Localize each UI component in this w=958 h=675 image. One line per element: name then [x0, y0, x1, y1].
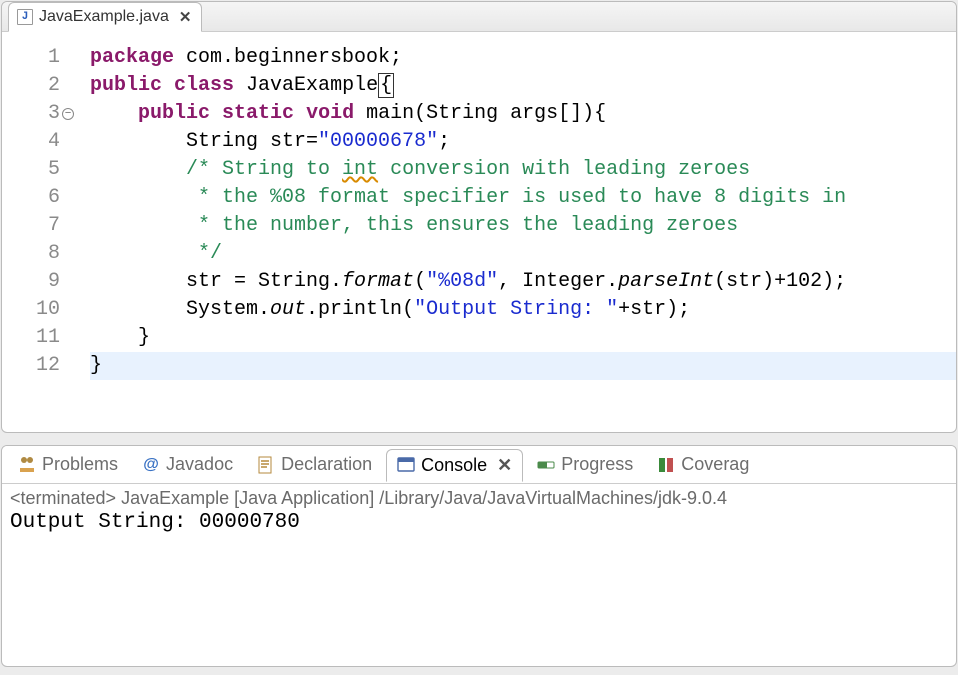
marker-bar — [2, 44, 24, 380]
code-line: str = String.format("%08d", Integer.pars… — [90, 268, 956, 296]
editor-tab[interactable]: J JavaExample.java ✕ — [8, 2, 202, 32]
close-icon[interactable]: ✕ — [497, 455, 512, 476]
line-number: 7 — [24, 212, 60, 240]
tab-problems[interactable]: Problems — [8, 449, 128, 480]
console-body: <terminated> JavaExample [Java Applicati… — [2, 484, 956, 538]
code-line: */ — [90, 240, 956, 268]
tab-declaration[interactable]: Declaration — [247, 449, 382, 480]
line-number: 8 — [24, 240, 60, 268]
editor-pane: J JavaExample.java ✕ 1 2 3− 4 5 6 7 8 9 … — [1, 1, 957, 433]
tab-label: Coverag — [681, 454, 749, 475]
console-output: Output String: 00000780 — [10, 509, 948, 534]
javadoc-icon: @ — [142, 456, 160, 474]
java-file-icon: J — [17, 9, 33, 25]
fold-toggle-icon[interactable]: − — [62, 108, 74, 120]
line-number: 12 — [24, 352, 60, 380]
code-line: * the number, this ensures the leading z… — [90, 212, 956, 240]
tab-label: Javadoc — [166, 454, 233, 475]
editor-tab-filename: JavaExample.java — [39, 8, 169, 26]
code-line: System.out.println("Output String: "+str… — [90, 296, 956, 324]
fold-column — [66, 44, 84, 380]
line-number: 9 — [24, 268, 60, 296]
code-line: } — [90, 324, 956, 352]
view-tab-bar: Problems @ Javadoc Declaration Console ✕… — [2, 446, 956, 484]
code-line: } — [90, 352, 956, 380]
line-number: 2 — [24, 72, 60, 100]
close-icon[interactable]: ✕ — [179, 8, 192, 26]
code-line: /* String to int conversion with leading… — [90, 156, 956, 184]
tab-label: Console — [421, 455, 487, 476]
progress-icon — [537, 456, 555, 474]
code-area[interactable]: 1 2 3− 4 5 6 7 8 9 10 11 12 package com.… — [2, 32, 956, 380]
tab-label: Problems — [42, 454, 118, 475]
code-line: public class JavaExample{ — [90, 72, 956, 100]
line-number: 1 — [24, 44, 60, 72]
bottom-pane: Problems @ Javadoc Declaration Console ✕… — [1, 445, 957, 667]
tab-label: Declaration — [281, 454, 372, 475]
console-launch-header: <terminated> JavaExample [Java Applicati… — [10, 488, 948, 509]
line-number: 11 — [24, 324, 60, 352]
line-number: 6 — [24, 184, 60, 212]
declaration-icon — [257, 456, 275, 474]
code-line: package com.beginnersbook; — [90, 44, 956, 72]
tab-progress[interactable]: Progress — [527, 449, 643, 480]
tab-coverage[interactable]: Coverag — [647, 449, 759, 480]
code-line: String str="00000678"; — [90, 128, 956, 156]
console-icon — [397, 456, 415, 474]
code-text[interactable]: package com.beginnersbook; public class … — [84, 44, 956, 380]
problems-icon — [18, 456, 36, 474]
tab-console[interactable]: Console ✕ — [386, 449, 523, 482]
tab-javadoc[interactable]: @ Javadoc — [132, 449, 243, 480]
line-number: 4 — [24, 128, 60, 156]
line-number: 5 — [24, 156, 60, 184]
editor-tab-bar: J JavaExample.java ✕ — [2, 2, 956, 32]
tab-label: Progress — [561, 454, 633, 475]
line-number-ruler: 1 2 3− 4 5 6 7 8 9 10 11 12 — [24, 44, 66, 380]
code-line: public static void main(String args[]){ — [90, 100, 956, 128]
coverage-icon — [657, 456, 675, 474]
line-number: 3− — [24, 100, 60, 128]
line-number: 10 — [24, 296, 60, 324]
code-line: * the %08 format specifier is used to ha… — [90, 184, 956, 212]
